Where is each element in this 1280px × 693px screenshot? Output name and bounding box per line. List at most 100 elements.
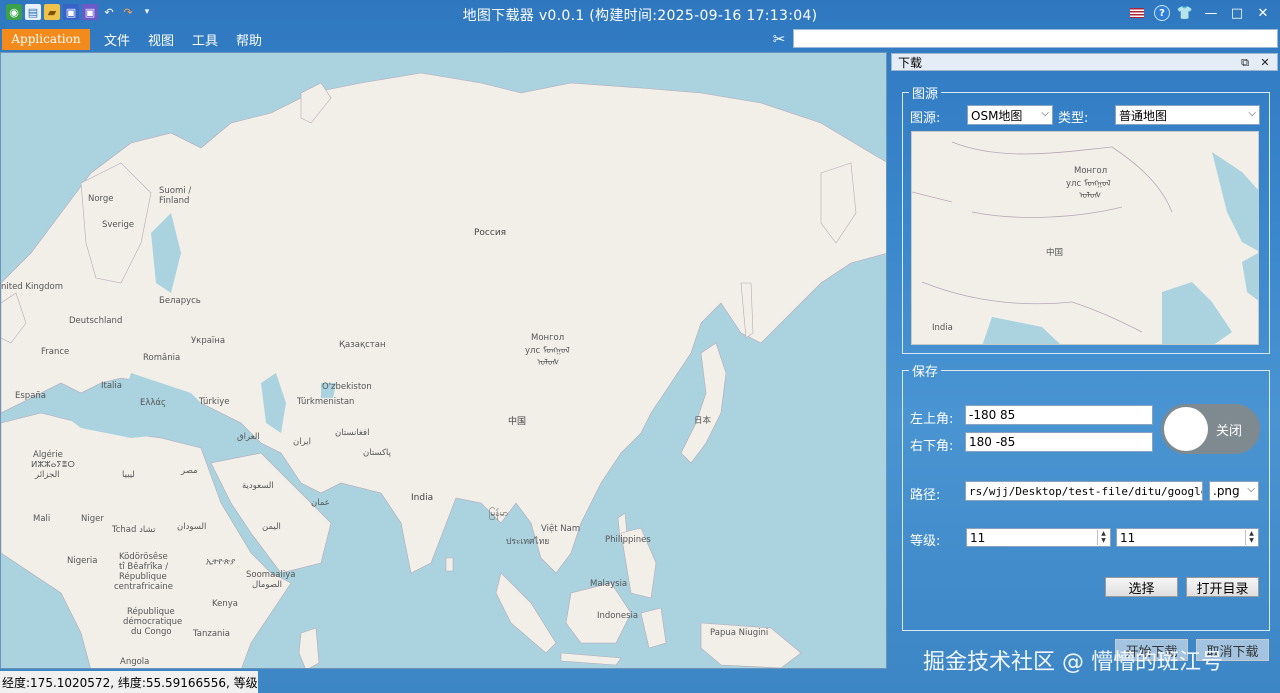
map-label-algerie: Algérie bbox=[33, 449, 63, 460]
map-label-drc2: démocratique bbox=[123, 616, 182, 627]
tools-wrench-icon[interactable]: ✂ bbox=[770, 30, 788, 48]
type-select[interactable]: 普通地图 ⌵ bbox=[1115, 105, 1260, 125]
map-label-russia: Россия bbox=[474, 228, 506, 238]
chevron-down-icon: ⌵ bbox=[1247, 484, 1255, 495]
search-input[interactable] bbox=[793, 29, 1278, 48]
open-folder-icon[interactable]: ▰ bbox=[44, 4, 60, 20]
map-label-japan: 日本 bbox=[694, 415, 712, 426]
map-label-car1: Ködörösêse bbox=[119, 551, 168, 562]
language-flag-icon[interactable] bbox=[1130, 8, 1144, 18]
spin-arrows-icon[interactable]: ▲ ▼ bbox=[1245, 530, 1257, 545]
map-label-tanzania: Tanzania bbox=[192, 629, 230, 639]
preview-map-canvas: Монгол улс ᠮᠣᠩᠭᠣᠯ ᠤᠯᠤᠰ 中国 India bbox=[912, 132, 1258, 344]
map-label-tchad: Tchad تشاد bbox=[111, 525, 156, 535]
menu-view[interactable]: 视图 bbox=[144, 30, 178, 49]
map-view[interactable]: Россия Norge Suomi / Finland Sverige nit… bbox=[0, 52, 887, 669]
map-label-iraq: العراق bbox=[237, 432, 260, 442]
application-menu-button[interactable]: Application bbox=[2, 28, 90, 50]
menu-tools[interactable]: 工具 bbox=[188, 30, 222, 49]
close-button[interactable]: ✕ bbox=[1252, 3, 1274, 23]
map-label-car4: centrafricaine bbox=[114, 582, 173, 592]
map-label-uk: nited Kingdom bbox=[1, 282, 63, 292]
map-label-italia: Italia bbox=[101, 381, 122, 391]
chevron-down-icon: ⌵ bbox=[1248, 108, 1256, 119]
window-title: 地图下载器 v0.0.1 (构建时间:2025-09-16 17:13:04) bbox=[462, 8, 818, 24]
top-left-label: 左上角: bbox=[910, 412, 954, 427]
map-label-pakistan: پاکستان bbox=[363, 448, 392, 458]
quick-access-toolbar: ◉ ▤ ▰ ▣ ▣ ↶ ↷ ▾ bbox=[6, 4, 155, 20]
map-label-png: Papua Niugini bbox=[710, 628, 768, 638]
map-label-philippines: Philippines bbox=[605, 535, 651, 545]
map-label-norge: Norge bbox=[88, 194, 114, 204]
level-to-stepper[interactable]: 11 ▲ ▼ bbox=[1116, 528, 1259, 547]
source-group-legend: 图源 bbox=[912, 87, 939, 102]
save-group-legend: 保存 bbox=[912, 365, 939, 380]
theme-shirt-icon[interactable]: 👕 bbox=[1174, 3, 1196, 23]
map-label-indonesia: Indonesia bbox=[597, 611, 638, 621]
level-from-value: 11 bbox=[970, 530, 986, 545]
select-button[interactable]: 选择 bbox=[1105, 577, 1178, 597]
map-label-ellas: Ελλάς bbox=[140, 398, 166, 408]
toggle-label: 关闭 bbox=[1216, 424, 1243, 439]
map-label-niger: Niger bbox=[81, 514, 104, 524]
source-label: 图源: bbox=[910, 111, 941, 126]
preview-label-india: India bbox=[932, 323, 953, 333]
preview-label-mongolia2: улс ᠮᠣᠩᠭᠣᠯ bbox=[1066, 178, 1111, 189]
help-icon[interactable]: ? bbox=[1154, 5, 1170, 21]
extension-select[interactable]: .png ⌵ bbox=[1209, 481, 1259, 501]
toggle-switch[interactable]: 关闭 bbox=[1161, 404, 1260, 454]
map-label-nigeria: Nigeria bbox=[67, 556, 97, 566]
map-label-drc1: République bbox=[127, 606, 175, 617]
save-icon[interactable]: ▣ bbox=[63, 4, 79, 20]
download-panel-header: 下载 ⧉ ✕ bbox=[891, 53, 1278, 71]
menu-help[interactable]: 帮助 bbox=[232, 30, 266, 49]
undo-icon[interactable]: ↶ bbox=[101, 4, 117, 20]
map-label-ukraine: Україна bbox=[191, 336, 225, 346]
menu-bar: Application 文件 视图 工具 帮助 ✂ bbox=[0, 28, 1280, 50]
toggle-knob bbox=[1164, 407, 1208, 451]
map-label-myanmar: မြန်မာ bbox=[489, 507, 508, 520]
world-map[interactable]: Россия Norge Suomi / Finland Sverige nit… bbox=[1, 53, 887, 669]
preview-label-mongolia: Монгол bbox=[1074, 166, 1107, 176]
window-controls: ? 👕 — □ ✕ bbox=[1130, 3, 1274, 23]
redo-icon[interactable]: ↷ bbox=[120, 4, 136, 20]
close-panel-icon[interactable]: ✕ bbox=[1257, 55, 1273, 70]
map-label-egypt: مصر bbox=[180, 466, 198, 476]
map-label-espana: España bbox=[15, 391, 46, 401]
map-label-india: India bbox=[411, 493, 433, 503]
customize-dropdown-icon[interactable]: ▾ bbox=[139, 4, 155, 20]
status-bar: 经度:175.1020572, 纬度:55.59166556, 等级: 3 bbox=[0, 671, 258, 693]
menu-file[interactable]: 文件 bbox=[100, 30, 134, 49]
map-label-car3: République bbox=[119, 571, 167, 582]
map-label-romania: România bbox=[143, 353, 180, 363]
map-label-car2: tî Bêafrîka / bbox=[119, 561, 168, 572]
map-label-sudan: السودان bbox=[177, 522, 206, 532]
spin-arrows-icon[interactable]: ▲ ▼ bbox=[1097, 530, 1109, 545]
map-label-angola: Angola bbox=[120, 657, 149, 667]
top-left-input[interactable]: -180 85 bbox=[965, 405, 1153, 425]
title-bar: ◉ ▤ ▰ ▣ ▣ ↶ ↷ ▾ 地图下载器 v0.0.1 (构建时间:2025-… bbox=[0, 0, 1280, 28]
open-directory-button[interactable]: 打开目录 bbox=[1186, 577, 1259, 597]
bottom-right-input[interactable]: 180 -85 bbox=[965, 432, 1153, 452]
map-label-yemen: اليمن bbox=[262, 522, 281, 532]
map-label-afghanistan: افغانستان bbox=[335, 428, 369, 438]
float-panel-icon[interactable]: ⧉ bbox=[1237, 55, 1253, 70]
maximize-button[interactable]: □ bbox=[1226, 3, 1248, 23]
source-select[interactable]: OSM地图 ⌵ bbox=[967, 105, 1053, 125]
map-label-mongolia3: ᠤᠯᠤᠰ bbox=[537, 358, 559, 368]
map-label-somalia2: الصومال bbox=[252, 580, 282, 590]
preview-map[interactable]: Монгол улс ᠮᠣᠩᠭᠣᠯ ᠤᠯᠤᠰ 中国 India bbox=[911, 131, 1259, 345]
map-label-oman: عمان bbox=[311, 498, 330, 508]
map-label-malaysia: Malaysia bbox=[590, 579, 627, 589]
new-file-icon[interactable]: ▤ bbox=[25, 4, 41, 20]
level-from-stepper[interactable]: 11 ▲ ▼ bbox=[966, 528, 1111, 547]
map-label-suomi: Suomi / bbox=[159, 186, 191, 196]
level-label: 等级: bbox=[910, 534, 941, 549]
path-input[interactable]: rs/wjj/Desktop/test-file/ditu/googlemap bbox=[965, 481, 1203, 501]
save-all-icon[interactable]: ▣ bbox=[82, 4, 98, 20]
watermark: 掘金技术社区 @ 懵懵的斑江号 bbox=[923, 650, 1223, 675]
map-label-finland: Finland bbox=[159, 196, 189, 206]
map-label-belarus: Беларусь bbox=[159, 296, 201, 306]
map-label-iran: ایران bbox=[293, 437, 311, 447]
minimize-button[interactable]: — bbox=[1200, 3, 1222, 23]
